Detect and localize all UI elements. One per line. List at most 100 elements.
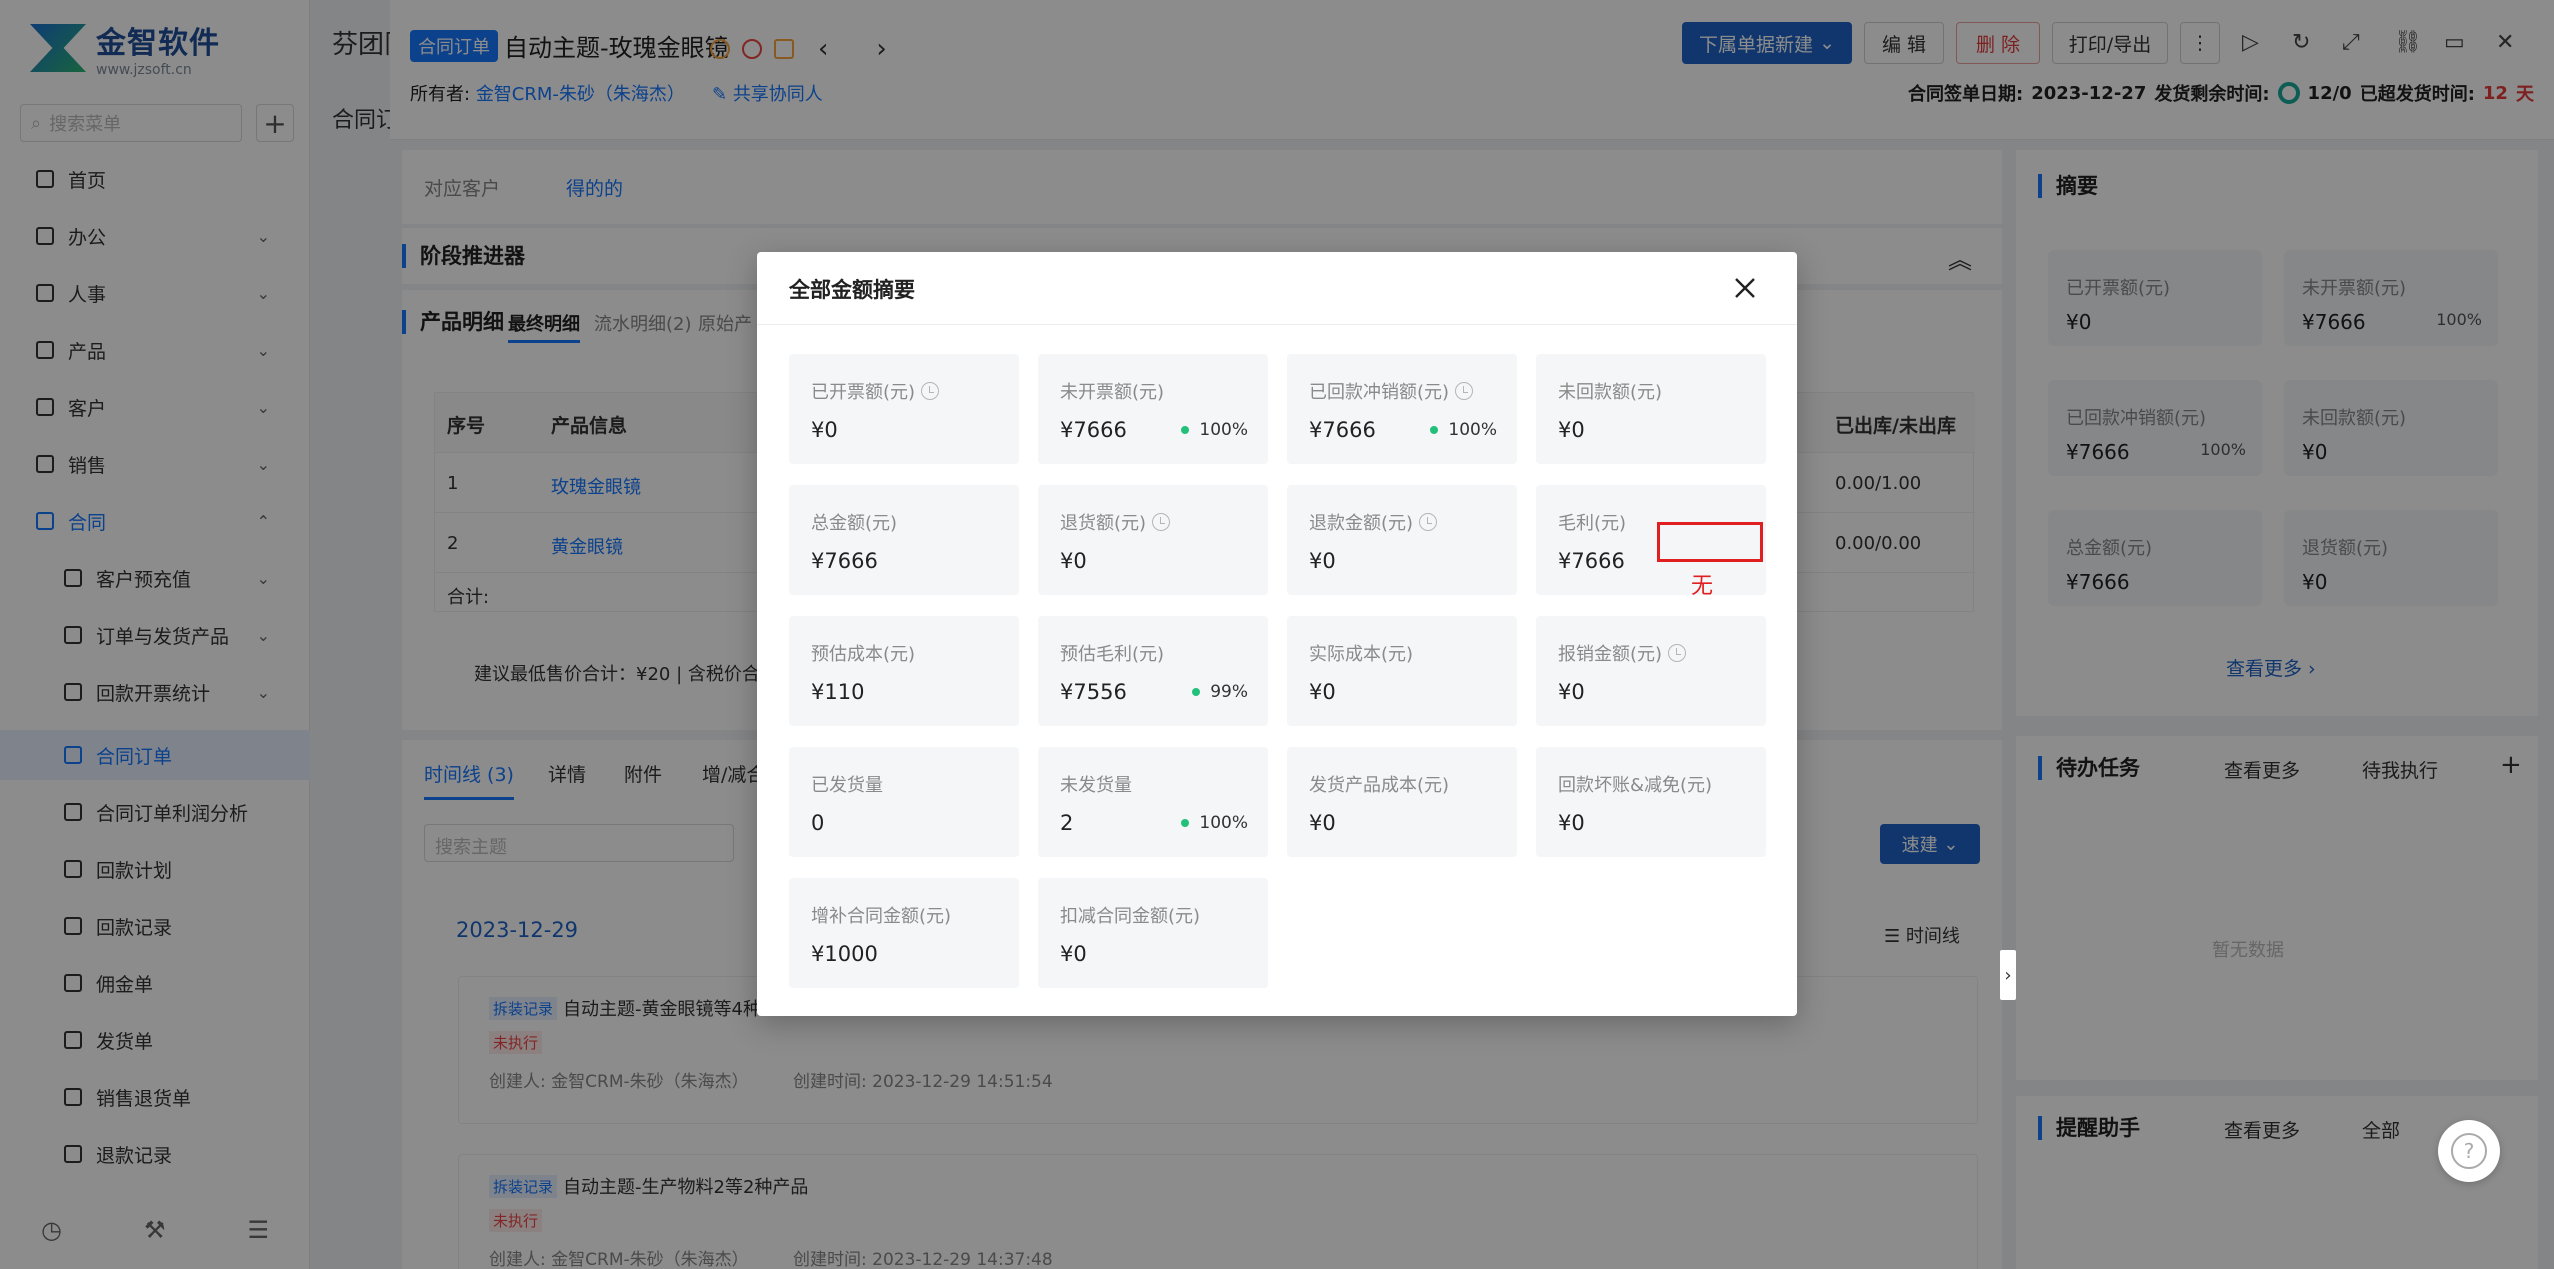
amount-tile-label-wrap: 实际成本(元) xyxy=(1309,640,1413,666)
amount-tile-label-wrap: 毛利(元) xyxy=(1558,509,1626,535)
amount-tile: 预估毛利(元) ¥7556 99% xyxy=(1038,616,1268,726)
amount-tile-label: 发货产品成本(元) xyxy=(1309,775,1450,796)
amount-tile-percent: 100% xyxy=(1181,420,1248,440)
amount-tile-value: ¥0 xyxy=(1309,549,1336,573)
amount-tile-percent: 100% xyxy=(1181,813,1248,833)
amount-tile-label-wrap: 报销金额(元) xyxy=(1558,640,1687,666)
amount-tile: 发货产品成本(元) ¥0 xyxy=(1287,747,1517,857)
modal-title: 全部金额摘要 xyxy=(789,278,915,302)
amount-tile-label: 预估成本(元) xyxy=(811,644,916,665)
amount-tile-value: ¥1000 xyxy=(811,942,878,966)
amount-tile-value: ¥0 xyxy=(1309,680,1336,704)
amount-tile-label: 退货额(元) xyxy=(1060,513,1147,534)
amount-tile-label: 未回款额(元) xyxy=(1558,382,1663,403)
amount-tile-label: 实际成本(元) xyxy=(1309,644,1414,665)
amount-tile-label-wrap: 预估成本(元) xyxy=(811,640,915,666)
amount-tile-label: 未发货量 xyxy=(1060,775,1132,796)
amount-tile-label-wrap: 预估毛利(元) xyxy=(1060,640,1164,666)
sidebar-overlay xyxy=(0,0,390,1269)
amount-tile: 未发货量 2 100% xyxy=(1038,747,1268,857)
amount-tile: 已回款冲销额(元) ¥7666 100% xyxy=(1287,354,1517,464)
amount-tile: 退货额(元) ¥0 xyxy=(1038,485,1268,595)
amount-tile-value: ¥0 xyxy=(1558,680,1585,704)
amount-tile-label-wrap: 退货额(元) xyxy=(1060,509,1171,535)
help-button[interactable]: ? xyxy=(2438,1120,2500,1182)
amount-tile-label-wrap: 已发货量 xyxy=(811,771,883,797)
history-clock-icon[interactable] xyxy=(1152,513,1171,531)
amount-tile-value: ¥7556 xyxy=(1060,680,1127,704)
amount-tile-value: ¥0 xyxy=(1060,549,1087,573)
amount-tile-value: ¥0 xyxy=(1558,418,1585,442)
amount-tile-label: 回款坏账&减免(元) xyxy=(1558,775,1713,796)
amount-tile-value: ¥7666 xyxy=(1309,418,1376,442)
status-dot-icon xyxy=(1430,426,1439,434)
amount-tile-label: 扣减合同金额(元) xyxy=(1060,906,1201,927)
amount-tile-label-wrap: 总金额(元) xyxy=(811,509,897,535)
amount-tile-label-wrap: 回款坏账&减免(元) xyxy=(1558,771,1712,797)
amount-tile-label: 毛利(元) xyxy=(1558,513,1627,534)
amount-tile-percent: 99% xyxy=(1192,682,1248,702)
amount-tile: 已开票额(元) ¥0 xyxy=(789,354,1019,464)
amount-tile-percent: 100% xyxy=(1430,420,1497,440)
amount-tile: 未开票额(元) ¥7666 100% xyxy=(1038,354,1268,464)
status-dot-icon xyxy=(1181,426,1190,434)
modal-close-button[interactable] xyxy=(1727,270,1763,306)
amount-tile-value: ¥0 xyxy=(1558,811,1585,835)
status-dot-icon xyxy=(1192,688,1201,696)
history-clock-icon[interactable] xyxy=(1668,644,1687,662)
modal-divider xyxy=(757,324,1797,325)
amount-tile-percent-text: 99% xyxy=(1210,682,1248,702)
amount-tile-value: ¥7666 xyxy=(1558,549,1625,573)
amount-tile: 扣减合同金额(元) ¥0 xyxy=(1038,878,1268,988)
amount-tile: 总金额(元) ¥7666 xyxy=(789,485,1019,595)
amount-tile-label: 未开票额(元) xyxy=(1060,382,1165,403)
help-icon: ? xyxy=(2451,1133,2487,1169)
amount-tile-label-wrap: 未开票额(元) xyxy=(1060,378,1164,404)
amount-tile-label-wrap: 扣减合同金额(元) xyxy=(1060,902,1200,928)
history-clock-icon[interactable] xyxy=(1455,382,1474,400)
amount-tile-value: ¥0 xyxy=(811,418,838,442)
amount-summary-modal: 全部金额摘要 已开票额(元) ¥0 未开票额(元) ¥7666 100% 已回款冲销额(元… xyxy=(757,252,1797,1016)
amount-tile-value: ¥7666 xyxy=(811,549,878,573)
amount-tile-label-wrap: 退款金额(元) xyxy=(1309,509,1438,535)
amount-tile-value: ¥110 xyxy=(811,680,865,704)
amount-tile-value: ¥0 xyxy=(1309,811,1336,835)
annotation-box xyxy=(1657,522,1763,562)
close-icon xyxy=(1735,278,1755,298)
status-dot-icon xyxy=(1181,819,1190,827)
amount-tile-percent-text: 100% xyxy=(1199,420,1248,440)
amount-tile-value: ¥0 xyxy=(1060,942,1087,966)
amount-tile-label-wrap: 未发货量 xyxy=(1060,771,1132,797)
history-clock-icon[interactable] xyxy=(921,382,940,400)
amount-tile: 报销金额(元) ¥0 xyxy=(1536,616,1766,726)
svg-text:?: ? xyxy=(2464,1139,2475,1163)
amount-tile-label-wrap: 发货产品成本(元) xyxy=(1309,771,1449,797)
annotation-text: 无 xyxy=(1691,574,1714,599)
amount-tile-label-wrap: 未回款额(元) xyxy=(1558,378,1662,404)
amount-tile: 未回款额(元) ¥0 xyxy=(1536,354,1766,464)
amount-tile: 退款金额(元) ¥0 xyxy=(1287,485,1517,595)
amount-tile-label-wrap: 增补合同金额(元) xyxy=(811,902,951,928)
amount-tile-label-wrap: 已回款冲销额(元) xyxy=(1309,378,1474,404)
amount-tile-label: 已开票额(元) xyxy=(811,382,916,403)
amount-tile: 回款坏账&减免(元) ¥0 xyxy=(1536,747,1766,857)
amount-tile: 预估成本(元) ¥110 xyxy=(789,616,1019,726)
amount-tile-value: 0 xyxy=(811,811,825,835)
amount-tile-label: 增补合同金额(元) xyxy=(811,906,952,927)
amount-tile-label: 总金额(元) xyxy=(811,513,898,534)
amount-tile-label: 报销金额(元) xyxy=(1558,644,1663,665)
amount-tile-label: 已发货量 xyxy=(811,775,883,796)
amount-tile: 已发货量 0 xyxy=(789,747,1019,857)
amount-tile-label-wrap: 已开票额(元) xyxy=(811,378,940,404)
amount-tile-percent-text: 100% xyxy=(1199,813,1248,833)
amount-tile-value: 2 xyxy=(1060,811,1074,835)
history-clock-icon[interactable] xyxy=(1419,513,1438,531)
expand-panel-icon[interactable]: › xyxy=(2000,950,2016,1000)
amount-tile-percent-text: 100% xyxy=(1448,420,1497,440)
amount-tile: 增补合同金额(元) ¥1000 xyxy=(789,878,1019,988)
amount-tile-label: 已回款冲销额(元) xyxy=(1309,382,1450,403)
amount-tile-value: ¥7666 xyxy=(1060,418,1127,442)
amount-tile-label: 退款金额(元) xyxy=(1309,513,1414,534)
amount-tile-label: 预估毛利(元) xyxy=(1060,644,1165,665)
amount-tile: 实际成本(元) ¥0 xyxy=(1287,616,1517,726)
